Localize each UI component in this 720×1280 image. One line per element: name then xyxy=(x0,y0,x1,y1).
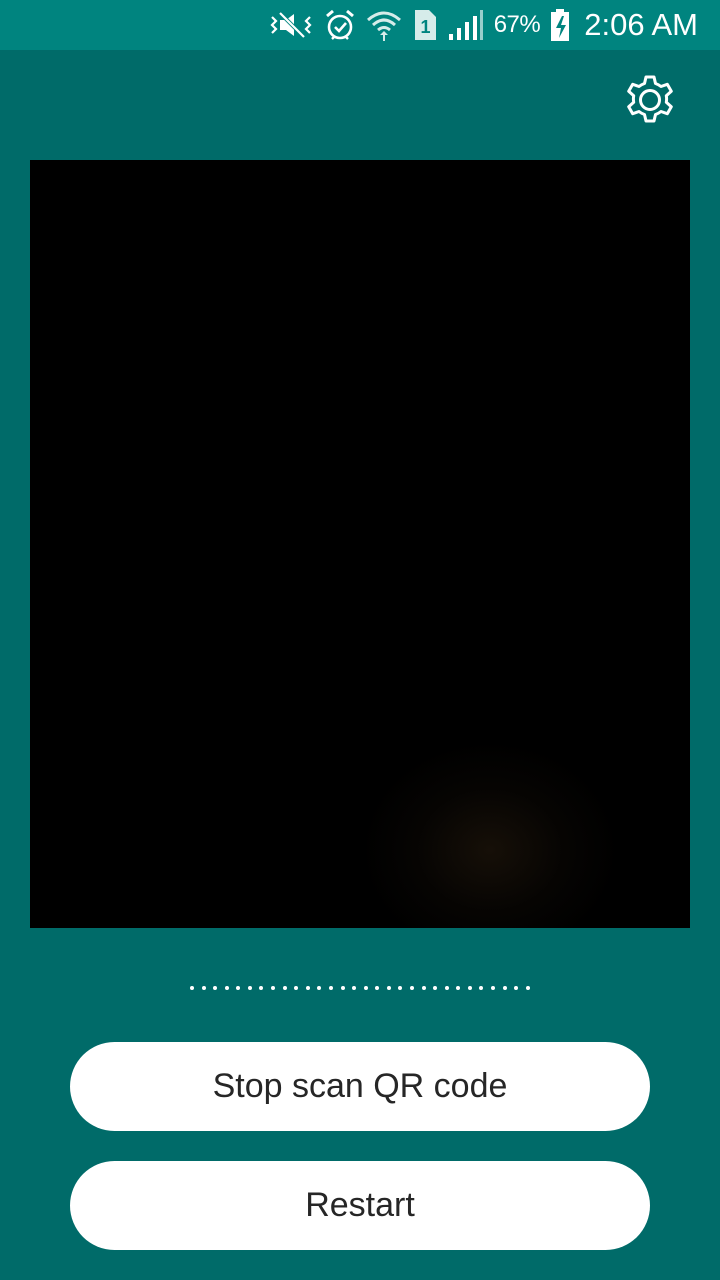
signal-icon xyxy=(448,8,484,42)
progress-dot xyxy=(456,986,461,990)
progress-dot xyxy=(479,986,484,990)
settings-button[interactable] xyxy=(622,72,678,128)
status-clock: 2:06 AM xyxy=(584,7,698,42)
progress-dot xyxy=(525,986,530,990)
progress-dot xyxy=(247,986,252,990)
stop-scan-button[interactable]: Stop scan QR code xyxy=(70,1042,650,1131)
sim-label: 1 xyxy=(420,17,430,37)
progress-dot xyxy=(236,986,241,990)
progress-dot xyxy=(294,986,299,990)
wifi-icon xyxy=(366,8,402,42)
status-icons: 1 67% 2:06 AM xyxy=(268,0,698,50)
progress-dot xyxy=(409,986,414,990)
battery-charging-icon xyxy=(550,8,570,42)
progress-dot xyxy=(317,986,322,990)
progress-dot xyxy=(328,986,333,990)
progress-dot xyxy=(491,986,496,990)
progress-dot xyxy=(213,986,218,990)
scan-progress-dots xyxy=(190,982,530,994)
sim-1-icon: 1 xyxy=(412,8,438,42)
progress-dot xyxy=(467,986,472,990)
gear-icon xyxy=(622,75,678,132)
alarm-icon xyxy=(324,8,356,42)
progress-dot xyxy=(444,986,449,990)
progress-dot xyxy=(259,986,264,990)
progress-dot xyxy=(386,986,391,990)
progress-dot xyxy=(352,986,357,990)
camera-preview xyxy=(30,160,690,928)
progress-dot xyxy=(190,986,194,990)
progress-dot xyxy=(224,986,229,990)
progress-dot xyxy=(502,986,507,990)
progress-dot xyxy=(514,986,519,990)
progress-dot xyxy=(421,986,426,990)
progress-dot xyxy=(340,986,345,990)
progress-dot xyxy=(282,986,287,990)
battery-percent: 67% xyxy=(493,11,541,38)
progress-dot xyxy=(398,986,403,990)
camera-glow xyxy=(360,740,620,928)
progress-dot xyxy=(305,986,310,990)
mute-vibrate-icon xyxy=(268,9,314,41)
status-bar: 1 67% 2:06 AM xyxy=(0,0,720,50)
progress-dot xyxy=(201,986,206,990)
progress-dot xyxy=(375,986,380,990)
progress-dot xyxy=(271,986,276,990)
progress-dot xyxy=(363,986,368,990)
progress-dot xyxy=(433,986,438,990)
restart-button[interactable]: Restart xyxy=(70,1161,650,1250)
